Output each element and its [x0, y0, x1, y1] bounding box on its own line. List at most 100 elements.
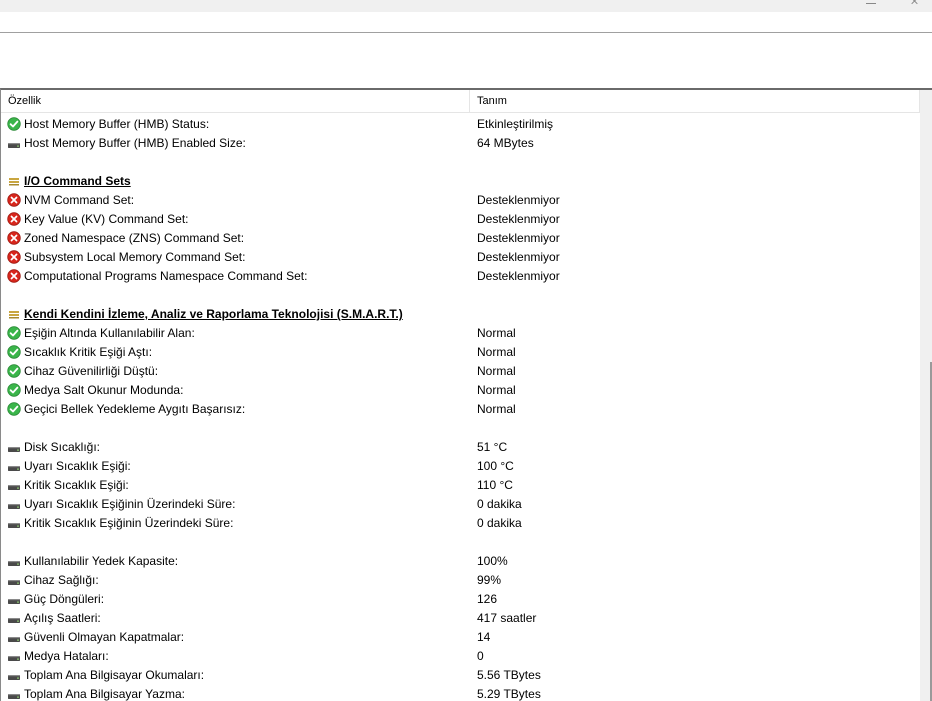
drive-icon	[7, 573, 21, 587]
property-label: Sıcaklık Kritik Eşiği Aştı:	[24, 345, 153, 359]
table-row[interactable]: Medya Salt Okunur Modunda: Normal	[1, 381, 920, 400]
property-value: Normal	[477, 383, 516, 397]
property-value: Normal	[477, 345, 516, 359]
drive-icon	[7, 497, 21, 511]
check-icon	[7, 345, 21, 359]
table-row[interactable]: Toplam Ana Bilgisayar Yazma: 5.29 TBytes	[1, 685, 920, 701]
table-row[interactable]: Güvenli Olmayan Kapatmalar: 14	[1, 628, 920, 647]
property-value: Desteklenmiyor	[477, 250, 560, 264]
property-value: 5.29 TBytes	[477, 687, 541, 701]
drive-icon	[7, 592, 21, 606]
vertical-scrollbar[interactable]	[920, 90, 932, 701]
check-icon	[7, 383, 21, 397]
table-row[interactable]: Zoned Namespace (ZNS) Command Set: Destek…	[1, 229, 920, 248]
error-icon	[7, 193, 21, 207]
spacer-row	[1, 533, 920, 552]
property-label: Güvenli Olmayan Kapatmalar:	[24, 630, 185, 644]
list-header: Özellik Tanım	[1, 90, 920, 113]
property-value: Etkinleştirilmiş	[477, 117, 554, 131]
property-label: Uyarı Sıcaklık Eşiği:	[24, 459, 131, 473]
table-row[interactable]: NVM Command Set: Desteklenmiyor	[1, 191, 920, 210]
spacer-row	[1, 153, 920, 172]
property-value: 100%	[477, 554, 508, 568]
table-row[interactable]: Kullanılabilir Yedek Kapasite: 100%	[1, 552, 920, 571]
table-row[interactable]: Toplam Ana Bilgisayar Okumaları: 5.56 TBy…	[1, 666, 920, 685]
table-row[interactable]: Computational Programs Namespace Command…	[1, 267, 920, 286]
table-row[interactable]: Key Value (KV) Command Set: Desteklenmiyo…	[1, 210, 920, 229]
property-label: Eşiğin Altında Kullanılabilir Alan:	[24, 326, 195, 340]
property-value: Normal	[477, 364, 516, 378]
property-label: Cihaz Güvenilirliği Düştü:	[24, 364, 159, 378]
section-header[interactable]: Kendi Kendini İzleme, Analiz ve Raporlam…	[1, 305, 920, 324]
property-label: Açılış Saatleri:	[24, 611, 101, 625]
table-row[interactable]: Uyarı Sıcaklık Eşiğinin Üzerindeki Süre:…	[1, 495, 920, 514]
property-label: Kendi Kendini İzleme, Analiz ve Raporlam…	[24, 307, 403, 321]
property-label: Uyarı Sıcaklık Eşiğinin Üzerindeki Süre:	[24, 497, 236, 511]
table-row[interactable]: Kritik Sıcaklık Eşiği: 110 °C	[1, 476, 920, 495]
check-icon	[7, 117, 21, 131]
drive-icon	[7, 687, 21, 701]
property-value: 417 saatler	[477, 611, 537, 625]
column-header-property[interactable]: Özellik	[1, 90, 470, 113]
table-row[interactable]: Subsystem Local Memory Command Set: Deste…	[1, 248, 920, 267]
property-label: Cihaz Sağlığı:	[24, 573, 99, 587]
section-icon	[7, 307, 21, 321]
property-value: 0 dakika	[477, 516, 522, 530]
property-label: Medya Salt Okunur Modunda:	[24, 383, 184, 397]
property-value: Desteklenmiyor	[477, 212, 560, 226]
table-row[interactable]: Kritik Sıcaklık Eşiğinin Üzerindeki Süre…	[1, 514, 920, 533]
drive-icon	[7, 440, 21, 454]
table-row[interactable]: Uyarı Sıcaklık Eşiği: 100 °C	[1, 457, 920, 476]
property-value: Desteklenmiyor	[477, 193, 560, 207]
drive-icon	[7, 136, 21, 150]
drive-icon	[7, 611, 21, 625]
table-row[interactable]: Disk Sıcaklığı: 51 °C	[1, 438, 920, 457]
property-label: Toplam Ana Bilgisayar Okumaları:	[24, 668, 205, 682]
section-icon	[7, 174, 21, 188]
spacer-row	[1, 286, 920, 305]
table-row[interactable]: Sıcaklık Kritik Eşiği Aştı: Normal	[1, 343, 920, 362]
property-label: Geçici Bellek Yedekleme Aygıtı Başarısız…	[24, 402, 246, 416]
drive-icon	[7, 516, 21, 530]
property-value: 100 °C	[477, 459, 514, 473]
title-bar	[0, 0, 932, 12]
table-row[interactable]: Açılış Saatleri: 417 saatler	[1, 609, 920, 628]
section-header[interactable]: I/O Command Sets	[1, 172, 920, 191]
property-label: Kritik Sıcaklık Eşiğinin Üzerindeki Süre…	[24, 516, 234, 530]
table-row[interactable]: Geçici Bellek Yedekleme Aygıtı Başarısız…	[1, 400, 920, 419]
close-icon[interactable]	[910, 0, 920, 5]
minimize-icon[interactable]	[866, 0, 876, 4]
table-row[interactable]: Host Memory Buffer (HMB) Status: Etkinleş…	[1, 115, 920, 134]
table-row[interactable]: Medya Hataları: 0	[1, 647, 920, 666]
table-row[interactable]: Güç Döngüleri: 126	[1, 590, 920, 609]
column-header-description[interactable]: Tanım	[470, 90, 920, 113]
property-label: Güç Döngüleri:	[24, 592, 105, 606]
spacer-row	[1, 419, 920, 438]
property-value: 5.56 TBytes	[477, 668, 541, 682]
property-value: 0 dakika	[477, 497, 522, 511]
table-row[interactable]: Eşiğin Altında Kullanılabilir Alan: Norma…	[1, 324, 920, 343]
property-label: Kullanılabilir Yedek Kapasite:	[24, 554, 179, 568]
property-label: Host Memory Buffer (HMB) Enabled Size:	[24, 136, 246, 150]
table-row[interactable]: Host Memory Buffer (HMB) Enabled Size: 64…	[1, 134, 920, 153]
property-value: 110 °C	[477, 478, 513, 492]
list-rows: Host Memory Buffer (HMB) Status: Etkinleş…	[1, 115, 920, 701]
property-label: Host Memory Buffer (HMB) Status:	[24, 117, 210, 131]
table-row[interactable]: Cihaz Güvenilirliği Düştü: Normal	[1, 362, 920, 381]
property-label: Kritik Sıcaklık Eşiği:	[24, 478, 129, 492]
property-value: 126	[477, 592, 498, 606]
property-label: Key Value (KV) Command Set:	[24, 212, 189, 226]
property-value: 0	[477, 649, 484, 663]
property-value: Desteklenmiyor	[477, 269, 560, 283]
property-label: Zoned Namespace (ZNS) Command Set:	[24, 231, 245, 245]
property-label: Subsystem Local Memory Command Set:	[24, 250, 246, 264]
property-label: Disk Sıcaklığı:	[24, 440, 101, 454]
properties-list[interactable]: Özellik Tanım Host Memory Buffer (HMB) S…	[0, 88, 932, 701]
property-value: 99%	[477, 573, 502, 587]
table-row[interactable]: Cihaz Sağlığı: 99%	[1, 571, 920, 590]
toolbar-area	[0, 12, 932, 32]
drive-icon	[7, 554, 21, 568]
drive-icon	[7, 630, 21, 644]
error-icon	[7, 250, 21, 264]
property-label: Medya Hataları:	[24, 649, 109, 663]
